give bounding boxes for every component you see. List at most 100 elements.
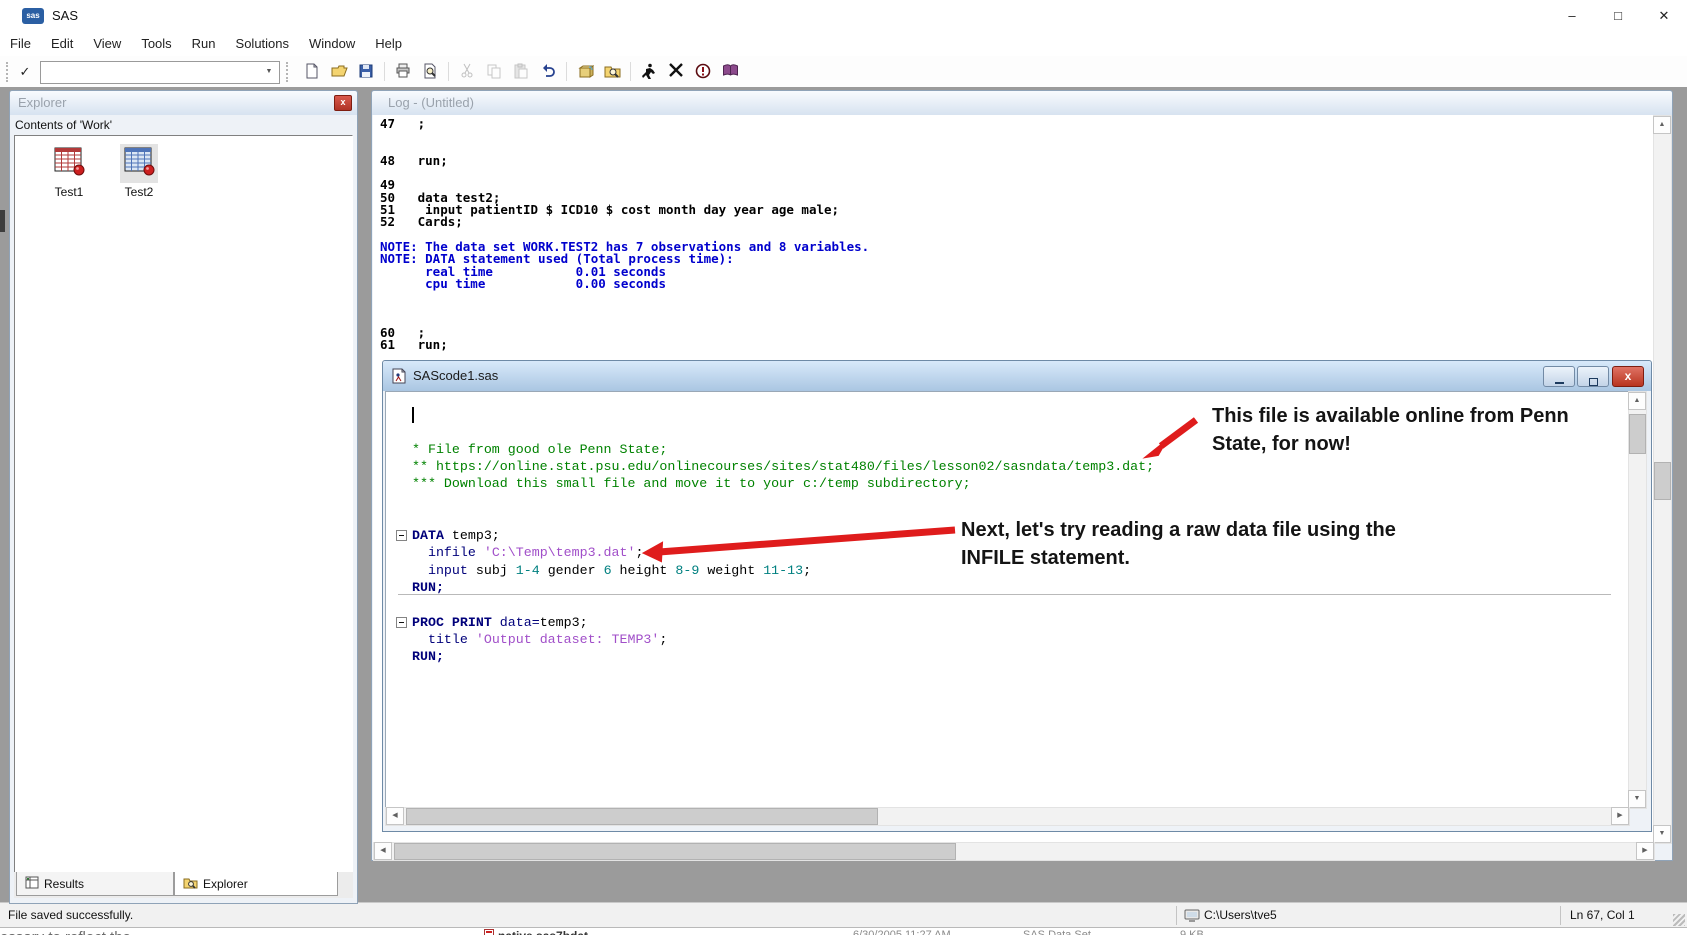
copy-icon[interactable] — [482, 60, 506, 83]
menu-run[interactable]: Run — [182, 32, 226, 56]
scroll-left-icon[interactable]: ◀ — [374, 842, 392, 860]
editor-vscrollbar[interactable]: ▲ ▼ — [1628, 391, 1647, 809]
command-input[interactable] — [43, 63, 257, 82]
minimize-icon[interactable] — [1543, 366, 1575, 387]
directory-icon — [1184, 909, 1200, 923]
log-titlebar[interactable]: Log - (Untitled) — [372, 91, 1672, 115]
menu-view[interactable]: View — [83, 32, 131, 56]
table-icon — [120, 144, 158, 183]
explorer-icon[interactable] — [600, 60, 624, 83]
close-button[interactable]: ✕ — [1641, 0, 1687, 32]
status-bar: File saved successfully. C:\Users\tve5 L… — [0, 902, 1687, 928]
dataset-test1[interactable]: Test1 — [37, 144, 101, 199]
scroll-left-icon[interactable]: ◀ — [386, 807, 404, 825]
code-line[interactable]: PROC PRINT data=temp3; — [396, 614, 1616, 631]
tab-explorer[interactable]: Explorer — [174, 872, 338, 896]
open-folder-icon[interactable] — [327, 60, 351, 83]
maximize-button[interactable]: □ — [1595, 0, 1641, 32]
tab-results[interactable]: Results — [16, 872, 174, 896]
new-library-icon[interactable] — [573, 60, 597, 83]
log-line — [380, 167, 869, 179]
log-vscrollbar[interactable]: ▲ ▼ — [1653, 115, 1672, 844]
code-line[interactable]: *** Download this small file and move it… — [396, 475, 1616, 492]
chevron-down-icon[interactable]: ▼ — [260, 63, 278, 80]
menu-file[interactable]: File — [0, 32, 41, 56]
dataset-file-icon — [484, 929, 494, 935]
log-line — [380, 315, 869, 327]
toolbar: ✓ ▼ — [0, 56, 1687, 88]
code-line[interactable]: ** https://online.stat.psu.edu/onlinecou… — [396, 458, 1616, 475]
strip-file-date: 6/30/2005 11:27 AM — [853, 929, 951, 935]
editor-hscrollbar[interactable]: ◀ ▶ — [385, 807, 1630, 826]
submit-icon[interactable] — [637, 60, 661, 83]
code-line[interactable] — [396, 596, 1616, 613]
help-book-icon[interactable] — [718, 60, 742, 83]
log-line: 48 run; — [380, 155, 869, 167]
working-directory[interactable]: C:\Users\tve5 — [1204, 908, 1277, 922]
scroll-right-icon[interactable]: ▶ — [1611, 807, 1629, 825]
toolbar-separator — [448, 62, 449, 81]
scroll-up-icon[interactable]: ▲ — [1628, 392, 1646, 410]
log-line: 61 run; — [380, 339, 869, 351]
table-icon — [50, 144, 88, 183]
cut-icon[interactable] — [455, 60, 479, 83]
toolbar-grip[interactable] — [6, 62, 11, 82]
code-line[interactable]: title 'Output dataset: TEMP3'; — [396, 631, 1616, 648]
dataset-test2[interactable]: Test2 — [107, 144, 171, 199]
break-icon[interactable] — [691, 60, 715, 83]
main-titlebar: sas SAS – □ ✕ — [0, 0, 1687, 33]
scroll-down-icon[interactable]: ▼ — [1628, 790, 1646, 808]
collapse-icon[interactable] — [396, 530, 407, 541]
save-icon[interactable] — [354, 60, 378, 83]
log-hscroll-thumb[interactable] — [394, 843, 956, 860]
print-icon[interactable] — [391, 60, 415, 83]
toolbar-separator — [566, 62, 567, 81]
editor-hscroll-thumb[interactable] — [406, 808, 878, 825]
sas-logo-icon: sas — [22, 8, 44, 24]
background-window-strip: essary to reflect the native.sas7bdat 6/… — [0, 927, 1687, 935]
minimize-button[interactable]: – — [1549, 0, 1595, 32]
scroll-up-icon[interactable]: ▲ — [1653, 116, 1671, 134]
status-message: File saved successfully. — [8, 908, 133, 922]
new-document-icon[interactable] — [300, 60, 324, 83]
log-line — [380, 290, 869, 302]
annotation-penn-state: This file is available online from Penn … — [1212, 402, 1569, 458]
editor-file-icon — [391, 368, 407, 384]
paste-icon[interactable] — [509, 60, 533, 83]
undo-icon[interactable] — [536, 60, 560, 83]
scroll-right-icon[interactable]: ▶ — [1636, 842, 1654, 860]
mdi-workspace: Explorer x Contents of 'Work' Test1Test2… — [0, 87, 1687, 902]
menu-edit[interactable]: Edit — [41, 32, 83, 56]
editor-titlebar[interactable]: SAScode1.sas x — [383, 361, 1651, 391]
check-icon[interactable]: ✓ — [14, 62, 36, 82]
annotation-infile: Next, let's try reading a raw data file … — [961, 516, 1396, 572]
editor-vscroll-thumb[interactable] — [1629, 414, 1646, 454]
log-line: 60 ; — [380, 327, 869, 339]
log-hscrollbar[interactable]: ◀ ▶ — [373, 842, 1655, 861]
code-line[interactable]: RUN; — [396, 648, 1616, 665]
explorer-titlebar[interactable]: Explorer x — [10, 91, 357, 115]
menu-tools[interactable]: Tools — [131, 32, 181, 56]
close-icon[interactable]: x — [334, 95, 352, 111]
scroll-down-icon[interactable]: ▼ — [1653, 825, 1671, 843]
toolbar-grip2[interactable] — [286, 62, 291, 82]
resize-grip[interactable] — [1673, 914, 1685, 926]
menu-bar: FileEditViewToolsRunSolutionsWindowHelp — [0, 32, 1687, 56]
menu-help[interactable]: Help — [365, 32, 412, 56]
edge-mark — [0, 210, 5, 232]
strip-file-name: native.sas7bdat — [498, 929, 588, 935]
log-line — [380, 130, 869, 142]
close-icon[interactable]: x — [1612, 366, 1644, 387]
explorer-window: Explorer x Contents of 'Work' Test1Test2… — [9, 90, 358, 904]
log-line: 47 ; — [380, 118, 869, 130]
menu-solutions[interactable]: Solutions — [226, 32, 299, 56]
command-combobox[interactable]: ▼ — [40, 61, 280, 84]
restore-icon[interactable] — [1577, 366, 1609, 387]
log-vscroll-thumb[interactable] — [1654, 462, 1671, 500]
collapse-icon[interactable] — [396, 617, 407, 628]
clear-all-icon[interactable] — [664, 60, 688, 83]
code-line[interactable] — [396, 492, 1616, 509]
print-preview-icon[interactable] — [418, 60, 442, 83]
toolbar-separator — [384, 62, 385, 81]
menu-window[interactable]: Window — [299, 32, 365, 56]
